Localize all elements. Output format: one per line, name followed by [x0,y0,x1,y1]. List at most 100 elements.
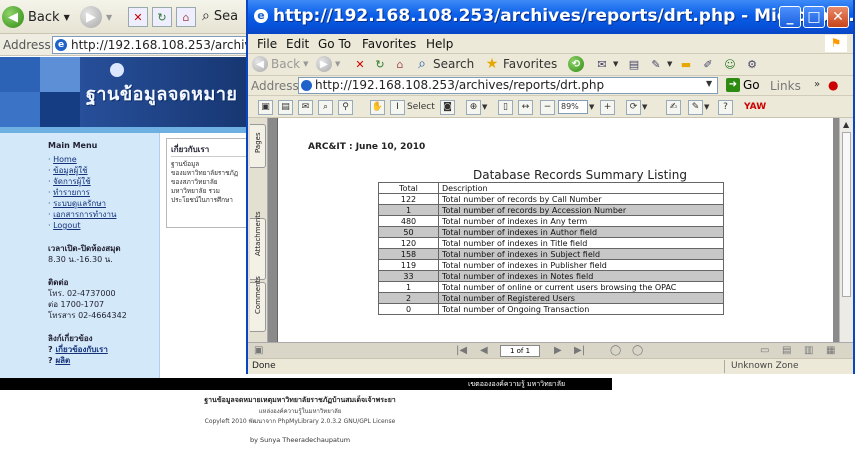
help-button[interactable]: ? [718,99,733,115]
forward-button[interactable]: ▶ ▼ [80,6,112,28]
sidebar-item-user-info[interactable]: · ข้อมูลผู้ใช้ [48,165,159,176]
sidebar-item-logout[interactable]: · Logout [48,220,159,231]
address-input[interactable]: http://192.168.108.253/archives/reports/… [298,77,718,94]
tab-attachments[interactable]: Attachments [250,211,266,280]
acrobat-logo: YAW [744,102,767,112]
find-icon: ⚲ [338,99,353,115]
mail-button[interactable]: ✉ ▼ [594,56,618,72]
sidebar-item-home[interactable]: · Home [48,154,159,165]
previous-view-icon[interactable]: ◯ [610,345,621,356]
search-button[interactable]: ⌕ Search [414,56,474,72]
scrollbar-thumb[interactable] [842,132,851,297]
back-button[interactable]: ◀ Back ▼ [252,56,309,72]
contact-fax: โทรสาร 02-4664342 [48,311,127,320]
facing-icon[interactable]: ▥ [804,345,813,356]
toolbar-extra-icon[interactable]: ● [828,78,838,92]
stop-icon[interactable]: ✕ [128,7,148,27]
hand-tool-button[interactable]: ✋ [370,99,385,115]
continuous-icon[interactable]: ▤ [782,345,791,356]
tools-button[interactable]: ⚙ [744,56,760,72]
history-button[interactable]: ⟲ [568,56,584,72]
next-page-icon[interactable]: ▶ [554,345,562,356]
folder-button[interactable]: ▬ [678,56,694,72]
column-header-total: Total [378,182,439,194]
previous-page-icon[interactable]: ◀ [480,345,488,356]
address-dropdown-icon[interactable]: ▼ [706,79,712,88]
footer-bar-text: เขตอององค์ความรู้ มหาวิทยาลัย [468,380,566,388]
vertical-scrollbar[interactable]: ▲ [839,118,853,342]
rotate-button[interactable]: ⟳ ▼ [626,99,647,115]
go-button[interactable]: ➜ Go [726,78,760,92]
table-row: 2 Total number of Registered Users [378,292,724,304]
close-button[interactable]: ✕ [827,6,849,28]
home-button[interactable]: ⌂ [392,56,408,72]
sidebar-item-manage-users[interactable]: · จัดการผู้ใช้ [48,176,159,187]
sign-button[interactable]: ✍ [666,99,681,115]
fit-page-button[interactable]: ▯ [498,99,513,115]
first-page-icon[interactable]: |◀ [456,345,467,356]
zoom-out-button[interactable]: − [540,99,555,115]
banner-title: ฐานข้อมูลจดหมาย [86,84,238,105]
edit-button[interactable]: ✎ ▼ [648,56,672,72]
select-tool-button[interactable]: I Select [390,99,435,115]
save-copy-button[interactable]: ▣ [258,99,273,115]
search-label: Search [433,57,475,71]
report-title: Database Records Summary Listing [473,168,687,182]
messenger-button[interactable]: ☺ [722,56,738,72]
home-icon[interactable]: ⌂ [176,7,196,27]
email-pdf-button[interactable]: ✉ [298,99,313,115]
menu-favorites[interactable]: Favorites [362,37,416,51]
research-button[interactable]: ✐ [700,56,716,72]
table-header-row: Total Description [378,182,724,194]
links-expand-icon[interactable]: » [814,79,820,90]
last-page-icon[interactable]: ▶| [574,345,585,356]
snapshot-button[interactable]: ◙ [440,99,455,115]
search-button[interactable]: ⌕ Sea [202,8,238,24]
favorites-button[interactable]: ★ Favorites [484,56,558,72]
sidebar-item-maintenance[interactable]: · ระบบดูแลรักษา [48,198,159,209]
comment-button[interactable]: ✎ ▼ [688,99,709,115]
tab-comments[interactable]: Comments [250,276,266,332]
title-bar[interactable]: e http://192.168.108.253/archives/report… [248,0,855,34]
refresh-icon: ↻ [375,57,385,71]
minimize-button[interactable]: _ [779,6,801,28]
page-indicator[interactable]: 1 of 1 [500,345,540,357]
fit-width-icon: ↔ [518,99,533,115]
stop-button[interactable]: ✕ [352,56,368,72]
scroll-up-icon[interactable]: ▲ [843,120,849,129]
find-button[interactable]: ⚲ [338,99,353,115]
zoom-tool-button[interactable]: ⊕ ▼ [466,99,487,115]
forward-button[interactable]: ▶ ▼ [316,56,340,72]
continuous-facing-icon[interactable]: ▦ [826,345,835,356]
zoom-level-box[interactable]: 89% ▼ [558,99,594,115]
print-pdf-button[interactable]: ▤ [278,99,293,115]
menu-file[interactable]: File [257,37,277,51]
maximize-button[interactable]: □ [803,6,825,28]
single-page-icon[interactable]: ▭ [760,345,769,356]
address-input[interactable]: e http://192.168.108.253/archive [52,36,262,54]
tab-pages[interactable]: Pages [250,124,266,168]
pdf-viewer: Pages Attachments Comments ARC&IT : June… [248,118,853,342]
links-label[interactable]: Links [770,79,801,93]
zoom-in-button[interactable]: + [600,99,615,115]
print-button[interactable]: ▤ [626,56,642,72]
related-link-about[interactable]: ? เกี่ยวข้องกับเรา [48,344,159,355]
menu-edit[interactable]: Edit [286,37,309,51]
search-pdf-button[interactable]: ⌕ [318,99,333,115]
refresh-icon[interactable]: ↻ [152,7,172,27]
related-link-product[interactable]: ? ผลิต [48,355,159,366]
forward-arrow-icon: ▶ [80,6,102,28]
page-layout-icon[interactable]: ▣ [254,345,263,356]
fit-width-button[interactable]: ↔ [518,99,533,115]
footer-tagline: แหล่งองค์ความรู้ในมหาวิทยาลัย [258,408,342,415]
sidebar-item-documents[interactable]: · เอกสารการทำงาน [48,209,159,220]
back-arrow-icon: ◀ [252,56,268,72]
search-icon: ⌕ [418,56,426,72]
print-icon: ▤ [628,57,640,71]
menu-go-to[interactable]: Go To [318,37,351,51]
sidebar-item-transactions[interactable]: · ทำรายการ [48,187,159,198]
refresh-button[interactable]: ↻ [372,56,388,72]
menu-help[interactable]: Help [426,37,453,51]
next-view-icon[interactable]: ◯ [632,345,643,356]
back-button[interactable]: ◀ Back ▼ [2,6,70,28]
